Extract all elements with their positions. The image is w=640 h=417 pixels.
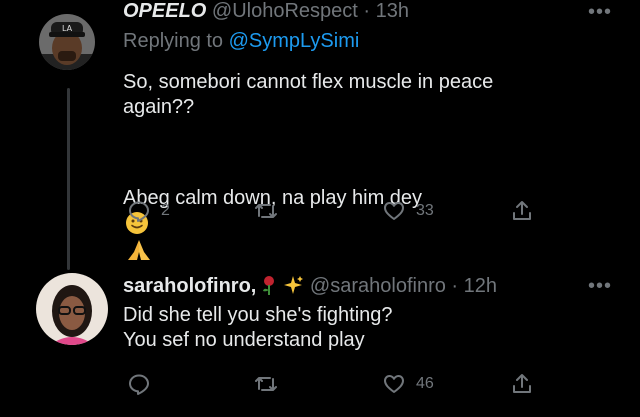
replying-to-label: Replying to <box>123 30 224 52</box>
display-name[interactable]: OPEELO <box>123 0 206 22</box>
share-button[interactable] <box>510 199 534 223</box>
share-icon <box>513 201 531 220</box>
retweet-button[interactable] <box>254 372 288 396</box>
more-options-icon[interactable]: ••• <box>588 276 612 296</box>
reply-button[interactable] <box>127 372 161 396</box>
svg-text:LA: LA <box>62 24 73 33</box>
like-count: 46 <box>416 375 434 392</box>
user-handle[interactable]: @UlohoRespect <box>212 0 358 22</box>
rose-icon <box>263 276 275 295</box>
reply-count: 2 <box>161 202 170 219</box>
replying-to-handle[interactable]: @SympLySimi <box>229 30 360 52</box>
tweet-header: OPEELO @UlohoRespect · 13h <box>123 0 409 23</box>
separator: · <box>363 0 371 22</box>
tweet-actions: 46 <box>0 372 640 402</box>
heart-icon <box>384 202 404 220</box>
display-name[interactable]: saraholofinro, <box>123 275 256 297</box>
retweet-icon <box>255 377 277 391</box>
user-handle[interactable]: @saraholofinro <box>310 275 446 297</box>
tweet-opeelo[interactable]: LA OPEELO @UlohoRespect · 13h ••• Replyi… <box>0 0 640 260</box>
timestamp[interactable]: 12h <box>464 275 497 297</box>
like-button[interactable]: 46 <box>382 372 434 396</box>
sparkles-icon <box>284 276 304 294</box>
reply-icon <box>129 201 149 222</box>
like-button[interactable]: 33 <box>382 199 434 223</box>
reply-icon <box>129 374 149 395</box>
like-count: 33 <box>416 202 434 219</box>
avatar[interactable]: LA <box>39 14 95 70</box>
more-options-icon[interactable]: ••• <box>588 2 612 22</box>
tweet-actions: 2 33 <box>0 199 640 229</box>
tweet-text: So, somebori cannot flex muscle in peace… <box>123 71 494 118</box>
tweet-saraholofinro[interactable]: saraholofinro, @saraholofinro · 12h ••• … <box>0 255 640 417</box>
separator: · <box>451 275 459 297</box>
avatar[interactable] <box>36 273 108 345</box>
tweet-header: saraholofinro, @saraholofinro · 12h <box>123 274 497 298</box>
reply-button[interactable]: 2 <box>127 199 170 223</box>
replying-to: Replying to @SympLySimi <box>123 30 359 53</box>
share-button[interactable] <box>510 372 534 396</box>
tweet-text: Did she tell you she's fighting? You sef… <box>123 304 393 351</box>
timestamp[interactable]: 13h <box>376 0 409 22</box>
retweet-button[interactable] <box>254 199 288 223</box>
share-icon <box>513 374 531 393</box>
retweet-icon <box>255 204 277 218</box>
heart-icon <box>384 375 404 393</box>
